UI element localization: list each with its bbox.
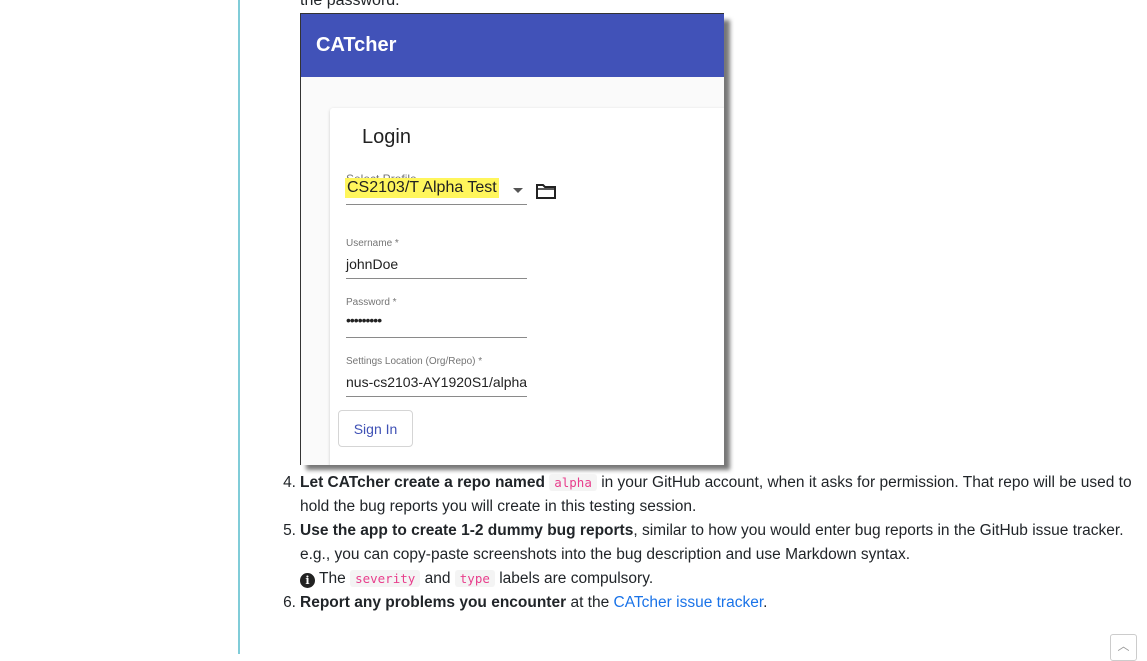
note-text: labels are compulsory. — [499, 570, 654, 587]
inline-code: type — [454, 570, 495, 587]
login-card: Login Select Profile CS2103/T Alpha Test… — [330, 108, 724, 465]
inline-code: alpha — [549, 474, 597, 491]
step-text: at the — [570, 594, 610, 611]
instruction-steps: 4. Let CATcher create a repo named alpha… — [272, 471, 1142, 615]
username-input[interactable]: johnDoe — [346, 256, 398, 272]
password-label: Password * — [346, 297, 397, 308]
note: i The severity and type labels are compu… — [300, 567, 1142, 591]
step-bold: Use the app to create 1-2 dummy bug repo… — [300, 522, 634, 539]
step-number: 4. — [283, 474, 296, 491]
settings-label: Settings Location (Org/Repo) * — [346, 356, 483, 367]
content-left-border — [238, 0, 240, 654]
note-text: and — [424, 570, 451, 587]
issue-tracker-link[interactable]: CATcher issue tracker — [614, 594, 764, 611]
step-bold: Let CATcher create a repo named — [300, 474, 545, 491]
step-number: 6. — [283, 594, 296, 611]
sign-in-button[interactable]: Sign In — [338, 410, 413, 447]
username-underline — [346, 278, 527, 279]
info-circle-icon: i — [300, 573, 315, 588]
text-fragment: the password. — [300, 0, 400, 9]
login-screenshot: CATcher Login Select Profile CS2103/T Al… — [300, 13, 724, 465]
password-input[interactable]: ••••••••• — [346, 312, 382, 328]
list-item: 5. Use the app to create 1-2 dummy bug r… — [272, 519, 1142, 591]
username-label: Username * — [346, 238, 399, 249]
step-bold: Report any problems you encounter — [300, 594, 567, 611]
app-bar: CATcher — [301, 14, 724, 77]
settings-input[interactable]: nus-cs2103-AY1920S1/alpha — [346, 374, 527, 390]
list-item: 4. Let CATcher create a repo named alpha… — [272, 471, 1142, 519]
settings-underline — [346, 396, 527, 397]
chevron-down-icon[interactable] — [513, 188, 523, 193]
profile-underline — [346, 204, 527, 205]
step-text: . — [763, 594, 768, 611]
login-title: Login — [362, 126, 411, 148]
folder-icon[interactable] — [536, 183, 556, 199]
inline-code: severity — [350, 570, 421, 587]
scroll-top-button[interactable]: ︿ — [1110, 634, 1137, 661]
note-text: The — [319, 570, 346, 587]
list-item: 6. Report any problems you encounter at … — [272, 591, 1142, 615]
step-number: 5. — [283, 522, 296, 539]
chevron-up-icon: ︿ — [1117, 639, 1130, 653]
password-underline — [346, 337, 527, 338]
profile-select[interactable]: CS2103/T Alpha Test — [345, 178, 499, 198]
